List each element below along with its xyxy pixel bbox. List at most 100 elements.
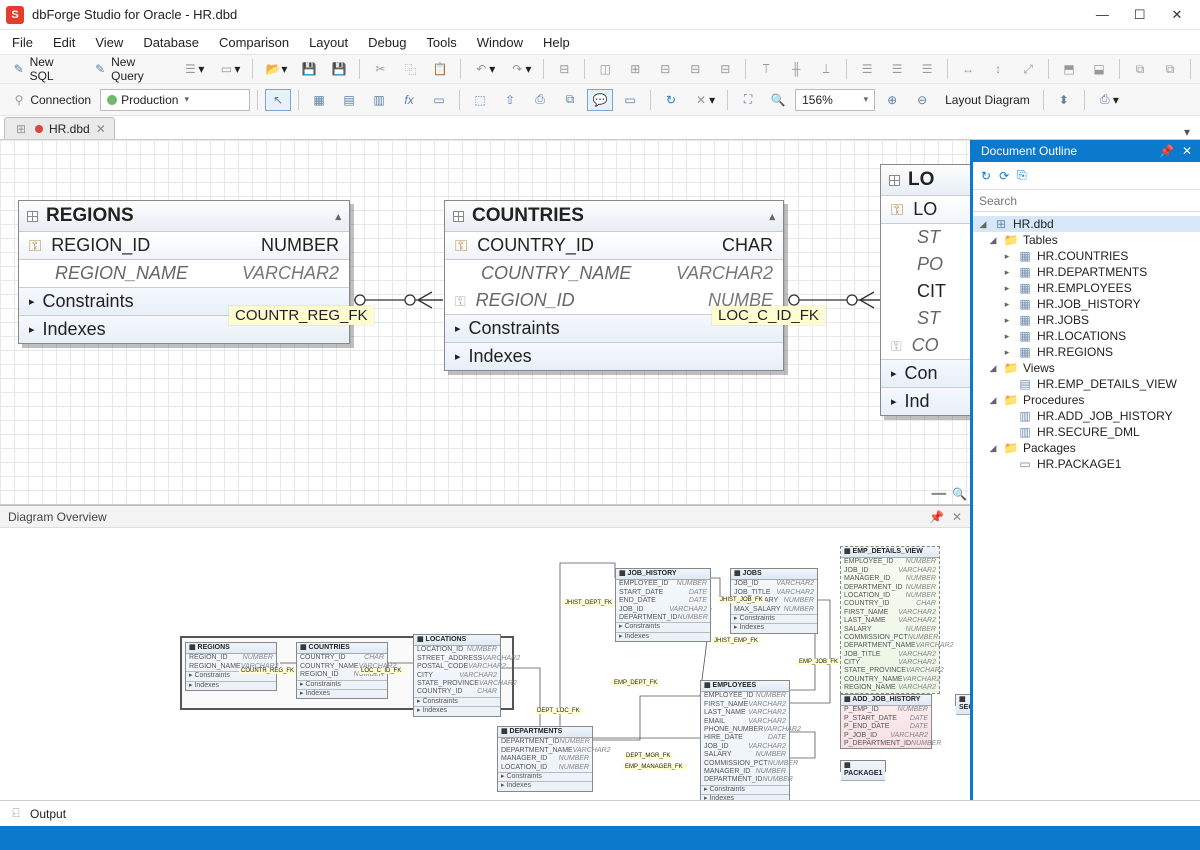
tree-node[interactable]: ◢📁Views bbox=[973, 360, 1200, 376]
outline-search-input[interactable] bbox=[979, 194, 1194, 208]
layout-btn-5[interactable]: ⊟ bbox=[712, 58, 738, 80]
nav-icon[interactable]: ⎘ bbox=[1017, 168, 1027, 183]
print-button[interactable]: ⎙▾ bbox=[1092, 89, 1124, 111]
dropdown-1[interactable]: ☰▾ bbox=[177, 58, 209, 80]
refresh-button[interactable]: ↻ bbox=[658, 89, 684, 111]
align-left-button[interactable]: ⊟ bbox=[551, 58, 577, 80]
new-proc-button[interactable]: ▥ bbox=[366, 89, 392, 111]
size-3[interactable]: ⤢ bbox=[1015, 58, 1041, 80]
tab-close-button[interactable]: ✕ bbox=[96, 122, 106, 136]
zoom-area-button[interactable]: 🔍 bbox=[765, 89, 791, 111]
expand-icon[interactable]: ▸ bbox=[455, 350, 461, 363]
tree-node[interactable]: ▸▦HR.REGIONS bbox=[973, 344, 1200, 360]
layout-btn-2[interactable]: ⊞ bbox=[622, 58, 648, 80]
ov-add-job-history[interactable]: ▦ ADD_JOB_HISTORYP_EMP_IDNUMBERP_START_D… bbox=[840, 694, 932, 749]
connection-button[interactable]: ⚲ Connection bbox=[6, 89, 96, 111]
collapse-icon[interactable]: ▴ bbox=[335, 210, 341, 223]
entity-countries[interactable]: COUNTRIES▴ COUNTRY_IDCHAR COUNTRY_NAMEVA… bbox=[444, 200, 784, 371]
tree-node[interactable]: ▸▦HR.LOCATIONS bbox=[973, 328, 1200, 344]
new-table-button[interactable]: ▦ bbox=[306, 89, 332, 111]
fk-label-loc-c-id[interactable]: LOC_C_ID_FK bbox=[712, 306, 825, 325]
menu-edit[interactable]: Edit bbox=[49, 33, 79, 52]
diagram-canvas[interactable]: REGIONS▴ REGION_IDNUMBER REGION_NAMEVARC… bbox=[0, 140, 970, 505]
maximize-button[interactable]: ☐ bbox=[1123, 7, 1157, 23]
size-1[interactable]: ↔ bbox=[955, 58, 981, 80]
arrange-2[interactable]: ⬓ bbox=[1086, 58, 1112, 80]
tree-node[interactable]: ▸▦HR.EMPLOYEES bbox=[973, 280, 1200, 296]
expand-icon[interactable]: ▸ bbox=[455, 322, 461, 335]
copy-button[interactable]: ⿻ bbox=[397, 58, 423, 80]
overview-canvas[interactable]: ▦ REGIONSREGION_IDNUMBERREGION_NAMEVARCH… bbox=[0, 528, 970, 800]
zoom-select[interactable]: 156% ▾ bbox=[795, 89, 875, 111]
ov-locations[interactable]: ▦ LOCATIONSLOCATION_IDNUMBERSTREET_ADDRE… bbox=[413, 634, 501, 717]
pkg-button[interactable]: ▭ bbox=[426, 89, 452, 111]
pointer-tool[interactable]: ↖ bbox=[265, 89, 291, 111]
search-icon[interactable]: 🔍 bbox=[952, 487, 967, 501]
layout-btn-4[interactable]: ⊟ bbox=[682, 58, 708, 80]
pin-icon[interactable]: 📌 bbox=[929, 510, 944, 524]
menu-database[interactable]: Database bbox=[139, 33, 203, 52]
zoom-out-button[interactable]: ⊖ bbox=[909, 89, 935, 111]
ov-secure-dml[interactable]: ▦ SECURE_DML bbox=[955, 694, 970, 706]
layout-diagram-label[interactable]: Layout Diagram bbox=[939, 93, 1036, 107]
menu-view[interactable]: View bbox=[91, 33, 127, 52]
tab-hr-dbd[interactable]: ⊞ HR.dbd ✕ bbox=[4, 117, 115, 139]
tree-node[interactable]: ◢⊞HR.dbd bbox=[973, 216, 1200, 232]
layout-opt-button[interactable]: ⬍ bbox=[1051, 89, 1077, 111]
open-button[interactable]: 📂▾ bbox=[260, 58, 292, 80]
ov-job-history[interactable]: ▦ JOB_HISTORYEMPLOYEE_IDNUMBERSTART_DATE… bbox=[615, 568, 711, 642]
arrange-1[interactable]: ⬒ bbox=[1056, 58, 1082, 80]
ov-package1[interactable]: ▦ PACKAGE1 bbox=[840, 760, 886, 772]
layout-btn-1[interactable]: ◫ bbox=[592, 58, 618, 80]
layout-btn-3[interactable]: ⊟ bbox=[652, 58, 678, 80]
outline-tree[interactable]: ◢⊞HR.dbd◢📁Tables▸▦HR.COUNTRIES▸▦HR.DEPAR… bbox=[973, 212, 1200, 800]
tree-node[interactable]: ▸▦HR.DEPARTMENTS bbox=[973, 264, 1200, 280]
expand-icon[interactable]: ▸ bbox=[891, 367, 897, 380]
container-button[interactable]: ⬚ bbox=[467, 89, 493, 111]
close-button[interactable]: ✕ bbox=[1160, 7, 1194, 23]
size-2[interactable]: ↕ bbox=[985, 58, 1011, 80]
new-view-button[interactable]: ▤ bbox=[336, 89, 362, 111]
tree-node[interactable]: ▸▦HR.COUNTRIES bbox=[973, 248, 1200, 264]
refresh-icon[interactable]: ↻ bbox=[981, 169, 991, 183]
expand-icon[interactable]: ▸ bbox=[29, 295, 35, 308]
tree-node[interactable]: ▤HR.EMP_DETAILS_VIEW bbox=[973, 376, 1200, 392]
save-all-button[interactable]: 💾 bbox=[326, 58, 352, 80]
dist-v[interactable]: ☰ bbox=[884, 58, 910, 80]
menu-file[interactable]: File bbox=[8, 33, 37, 52]
menu-comparison[interactable]: Comparison bbox=[215, 33, 293, 52]
zoom-in-button[interactable]: ⊕ bbox=[879, 89, 905, 111]
ov-regions[interactable]: ▦ REGIONSREGION_IDNUMBERREGION_NAMEVARCH… bbox=[185, 642, 277, 691]
expand-icon[interactable]: ▸ bbox=[29, 323, 35, 336]
tree-node[interactable]: ▸▦HR.JOB_HISTORY bbox=[973, 296, 1200, 312]
sync-icon[interactable]: ⟳ bbox=[999, 169, 1009, 183]
ov-emp-details-view[interactable]: ▦ EMP_DETAILS_VIEWEMPLOYEE_IDNUMBERJOB_I… bbox=[840, 546, 940, 694]
align-b[interactable]: ⟘ bbox=[813, 58, 839, 80]
tree-node[interactable]: ▥HR.ADD_JOB_HISTORY bbox=[973, 408, 1200, 424]
panel-close-icon[interactable]: ✕ bbox=[1182, 144, 1192, 158]
menu-window[interactable]: Window bbox=[473, 33, 527, 52]
cut-button[interactable]: ✂ bbox=[367, 58, 393, 80]
pin-icon[interactable]: 📌 bbox=[1159, 144, 1174, 158]
ov-departments[interactable]: ▦ DEPARTMENTSDEPARTMENT_IDNUMBERDEPARTME… bbox=[497, 726, 593, 792]
fk-label-countr-reg[interactable]: COUNTR_REG_FK bbox=[229, 306, 374, 325]
menu-debug[interactable]: Debug bbox=[364, 33, 410, 52]
link-1[interactable]: ⧉ bbox=[1127, 58, 1153, 80]
tree-node[interactable]: ◢📁Procedures bbox=[973, 392, 1200, 408]
tree-node[interactable]: ▥HR.SECURE_DML bbox=[973, 424, 1200, 440]
align-t[interactable]: ⟙ bbox=[753, 58, 779, 80]
ov-employees[interactable]: ▦ EMPLOYEESEMPLOYEE_IDNUMBERFIRST_NAMEVA… bbox=[700, 680, 790, 800]
tree-node[interactable]: ◢📁Tables bbox=[973, 232, 1200, 248]
link-2[interactable]: ⧉ bbox=[1157, 58, 1183, 80]
new-sql-button[interactable]: ✎ New SQL bbox=[6, 58, 84, 80]
color-button[interactable]: ▭ bbox=[617, 89, 643, 111]
tree-node[interactable]: ▸▦HR.JOBS bbox=[973, 312, 1200, 328]
export-button[interactable]: ⇧ bbox=[497, 89, 523, 111]
menu-tools[interactable]: Tools bbox=[422, 33, 460, 52]
align-m[interactable]: ╫ bbox=[783, 58, 809, 80]
minimize-button[interactable]: — bbox=[1085, 7, 1119, 22]
connection-select[interactable]: Production ▾ bbox=[100, 89, 250, 111]
output-panel-header[interactable]: ⍇ Output bbox=[0, 800, 1200, 826]
panel-close-icon[interactable]: ✕ bbox=[952, 510, 962, 524]
tree-node[interactable]: ◢📁Packages bbox=[973, 440, 1200, 456]
